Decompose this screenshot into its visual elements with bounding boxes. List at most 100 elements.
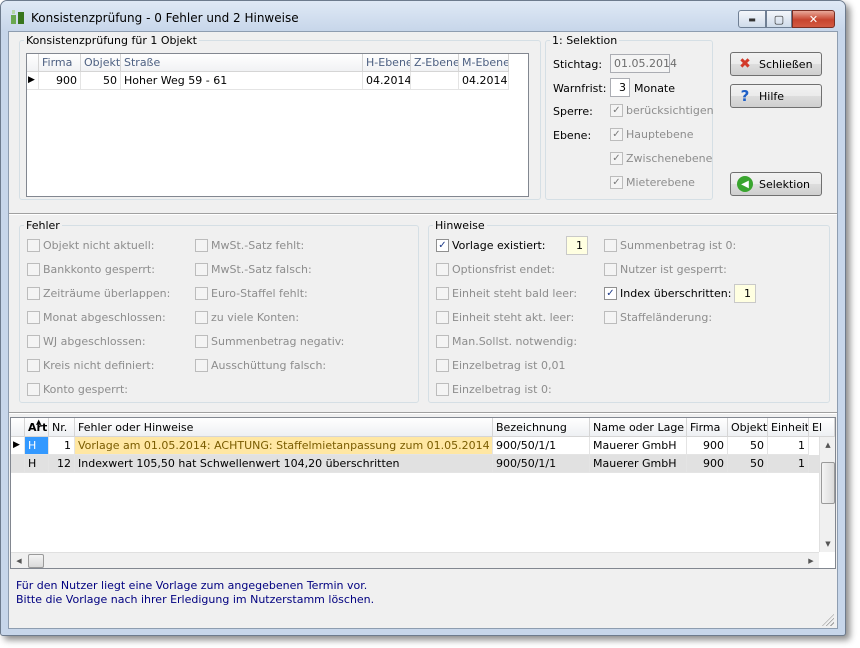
cell-m-ebene[interactable]: 04.2014 xyxy=(459,72,509,90)
hinweis-checkbox[interactable]: Man.Sollst. notwendig: xyxy=(436,335,577,348)
results-header-name[interactable]: Name oder Lage xyxy=(590,418,687,437)
close-icon: ✕ xyxy=(808,12,819,26)
cell-nr[interactable]: 1 xyxy=(49,437,75,455)
scroll-right-icon[interactable]: ▶ xyxy=(803,553,819,568)
minimize-button[interactable]: ▬ xyxy=(738,10,766,28)
fehler-checkbox[interactable]: Kreis nicht definiert: xyxy=(27,359,154,372)
cell-bezeichnung[interactable]: 900/50/1/1 xyxy=(493,455,590,473)
cell-bezeichnung[interactable]: 900/50/1/1 xyxy=(493,437,590,455)
ebene-zwischenebene-checkbox[interactable]: ✓ Zwischenebene xyxy=(610,152,712,165)
vorlage-existiert-checkbox[interactable]: ✓ Vorlage existiert: xyxy=(436,239,546,252)
cell-objekt[interactable]: 50 xyxy=(728,455,768,473)
title-bar[interactable]: Konsistenzprüfung - 0 Fehler und 2 Hinwe… xyxy=(1,1,845,31)
cell-objekt[interactable]: 50 xyxy=(728,437,768,455)
results-header-bezeichnung[interactable]: Bezeichnung xyxy=(493,418,590,437)
ebene-hauptebene-checkbox[interactable]: ✓ Hauptebene xyxy=(610,128,694,141)
results-header-nr[interactable]: Nr. xyxy=(49,418,75,437)
results-header-einheit[interactable]: Einheit xyxy=(768,418,809,437)
cell-z-ebene[interactable] xyxy=(411,72,459,90)
grid-header-strasse[interactable]: Straße xyxy=(121,54,363,72)
scroll-left-icon[interactable]: ◀ xyxy=(11,553,27,568)
cell-firma[interactable]: 900 xyxy=(687,437,728,455)
objekt-grid[interactable]: Firma Objekt Straße H-Ebene Z-Ebene M-Eb… xyxy=(26,53,529,197)
cell-objekt[interactable]: 50 xyxy=(81,72,121,90)
fehler-checkbox[interactable]: Objekt nicht aktuell: xyxy=(27,239,154,252)
fehler-checkbox[interactable]: WJ abgeschlossen: xyxy=(27,335,146,348)
cell-name[interactable]: Mauerer GmbH xyxy=(590,455,687,473)
results-header-text[interactable]: Fehler oder Hinweise xyxy=(75,418,493,437)
grid-header-z-ebene[interactable]: Z-Ebene xyxy=(411,54,459,72)
resize-grip-icon[interactable] xyxy=(822,614,834,626)
maximize-button[interactable]: ▢ xyxy=(766,10,792,28)
ebene-label: Ebene: xyxy=(553,129,592,142)
vertical-scroll-thumb[interactable] xyxy=(821,462,835,504)
results-header-art[interactable]: Art ▲ xyxy=(25,418,49,437)
sperre-checkbox[interactable]: ✓ berücksichtigen xyxy=(610,104,714,117)
cell-art[interactable]: H xyxy=(25,437,49,455)
fehler-checkbox[interactable]: zu viele Konten: xyxy=(195,311,299,324)
hinweis-checkbox[interactable]: Einheit steht bald leer: xyxy=(436,287,577,300)
hinweis-label: Einzelbetrag ist 0,01 xyxy=(452,359,566,372)
hinweis-checkbox[interactable]: Optionsfrist endet: xyxy=(436,263,555,276)
fehler-checkbox[interactable]: MwSt.-Satz fehlt: xyxy=(195,239,304,252)
cell-text[interactable]: Indexwert 105,50 hat Schwellenwert 104,2… xyxy=(75,455,493,473)
cell-text[interactable]: Vorlage am 01.05.2014: ACHTUNG: Staffelm… xyxy=(75,437,493,455)
selektion-group: 1: Selektion Stichtag: 01.05.2014 Warnfr… xyxy=(545,34,714,200)
results-header-indicator xyxy=(11,418,25,437)
hinweis-checkbox[interactable]: Einheit steht akt. leer: xyxy=(436,311,574,324)
hinweis-checkbox[interactable]: Einzelbetrag ist 0,01 xyxy=(436,359,565,372)
checkmark-icon: ✓ xyxy=(436,239,449,252)
hilfe-button[interactable]: ? Hilfe xyxy=(730,84,822,108)
fehler-checkbox[interactable]: Zeiträume überlappen: xyxy=(27,287,170,300)
fehler-checkbox[interactable]: Konto gesperrt: xyxy=(27,383,128,396)
hinweis-checkbox[interactable]: Staffeländerung: xyxy=(604,311,712,324)
results-grid[interactable]: Art ▲ Nr. Fehler oder Hinweise Bezeichnun… xyxy=(10,417,836,569)
cell-strasse[interactable]: Hoher Weg 59 - 61 xyxy=(121,72,363,90)
horizontal-scroll-thumb[interactable] xyxy=(28,554,44,568)
fehler-label: Monat abgeschlossen: xyxy=(43,311,166,324)
warnfrist-field[interactable]: 3 xyxy=(610,78,630,97)
fehler-checkbox[interactable]: Summenbetrag negativ: xyxy=(195,335,344,348)
cell-art[interactable]: H xyxy=(25,455,49,473)
cell-nr[interactable]: 12 xyxy=(49,455,75,473)
hinweis-label: Nutzer ist gesperrt: xyxy=(620,263,727,276)
table-row[interactable]: H 12 Indexwert 105,50 hat Schwellenwert … xyxy=(11,455,819,473)
checkmark-icon: ✓ xyxy=(610,128,623,141)
grid-header-m-ebene[interactable]: M-Ebene xyxy=(459,54,509,72)
index-ueberschritten-checkbox[interactable]: ✓ Index überschritten: xyxy=(604,287,731,300)
selektion-button[interactable]: ◀ Selektion xyxy=(730,172,822,196)
grid-header-firma[interactable]: Firma xyxy=(39,54,81,72)
scroll-up-icon[interactable]: ▲ xyxy=(820,437,835,453)
cell-h-ebene[interactable]: 04.2014 xyxy=(363,72,411,90)
fehler-checkbox[interactable]: Euro-Staffel fehlt: xyxy=(195,287,308,300)
fehler-checkbox[interactable]: Monat abgeschlossen: xyxy=(27,311,166,324)
grid-header-objekt[interactable]: Objekt xyxy=(81,54,121,72)
table-row[interactable]: ▶ H 1 Vorlage am 01.05.2014: ACHTUNG: St… xyxy=(11,437,835,455)
ebene-mieterebene-checkbox[interactable]: ✓ Mieterebene xyxy=(610,176,695,189)
stichtag-field[interactable]: 01.05.2014 xyxy=(610,54,677,73)
results-header-el[interactable]: El xyxy=(809,418,835,437)
cell-firma[interactable]: 900 xyxy=(687,455,728,473)
results-header-objekt[interactable]: Objekt xyxy=(728,418,768,437)
cell-einheit[interactable]: 1 xyxy=(768,455,809,473)
cell-einheit[interactable]: 1 xyxy=(768,437,809,455)
fehler-checkbox[interactable]: MwSt.-Satz falsch: xyxy=(195,263,312,276)
fehler-label: Ausschüttung falsch: xyxy=(211,359,327,372)
results-header-firma[interactable]: Firma xyxy=(687,418,728,437)
hinweis-checkbox[interactable]: Einzelbetrag ist 0: xyxy=(436,383,552,396)
fehler-checkbox[interactable]: Ausschüttung falsch: xyxy=(195,359,326,372)
vertical-scrollbar[interactable]: ▲ ▼ xyxy=(819,437,835,552)
cell-name[interactable]: Mauerer GmbH xyxy=(590,437,687,455)
info-panel: Für den Nutzer liegt eine Vorlage zum an… xyxy=(10,570,836,628)
warnfrist-unit: Monate xyxy=(634,82,676,95)
schliessen-button[interactable]: ✖ Schließen xyxy=(730,52,822,76)
dialog-client: Konsistenzprüfung für 1 Objekt Firma Obj… xyxy=(8,31,838,629)
fehler-checkbox[interactable]: Bankkonto gesperrt: xyxy=(27,263,155,276)
cell-firma[interactable]: 900 xyxy=(39,72,81,90)
horizontal-scrollbar[interactable]: ◀ ▶ xyxy=(11,552,819,568)
hinweis-checkbox[interactable]: Nutzer ist gesperrt: xyxy=(604,263,727,276)
scroll-down-icon[interactable]: ▼ xyxy=(820,536,835,552)
close-button[interactable]: ✕ xyxy=(792,10,835,28)
grid-header-h-ebene[interactable]: H-Ebene xyxy=(363,54,411,72)
hinweis-checkbox[interactable]: Summenbetrag ist 0: xyxy=(604,239,736,252)
